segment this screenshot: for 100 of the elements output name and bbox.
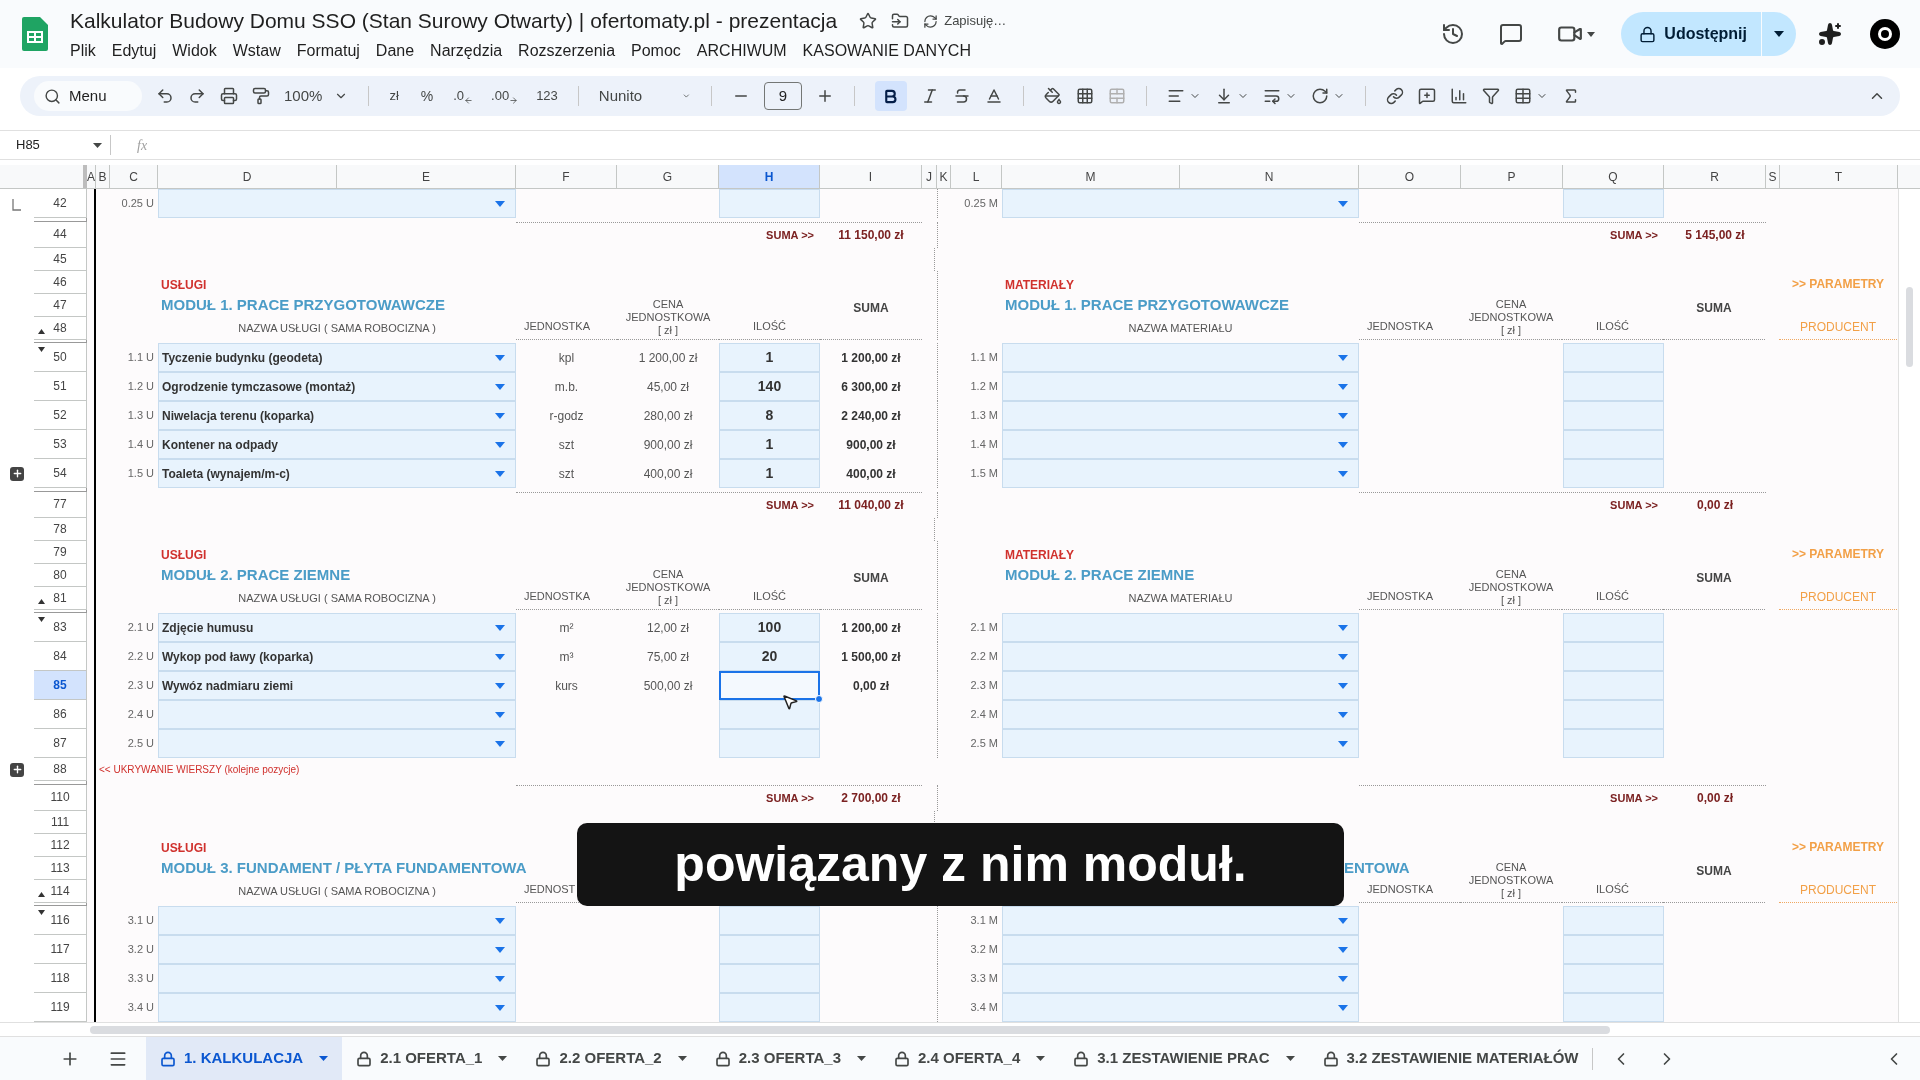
row-number[interactable]: 79	[53, 542, 67, 561]
row-number[interactable]: 45	[53, 249, 67, 268]
redo-icon[interactable]	[188, 87, 206, 105]
sparkle-icon[interactable]	[1818, 22, 1842, 46]
expand-icon[interactable]	[38, 910, 45, 915]
row-number[interactable]: 42	[53, 194, 67, 212]
menu-item[interactable]: KASOWANIE DANYCH	[802, 38, 971, 63]
collapse-icon[interactable]	[38, 891, 45, 897]
number-format-button[interactable]: 123	[536, 86, 558, 106]
history-icon[interactable]	[1441, 22, 1466, 46]
column-header[interactable]: K	[937, 165, 951, 188]
bold-button[interactable]	[874, 81, 907, 111]
add-comment-icon[interactable]	[1417, 87, 1436, 105]
document-title[interactable]: Kalkulator Budowy Domu SSO (Stan Surowy Otwarty) | ofertomaty.pl - prezentacja	[70, 5, 838, 37]
dropdown-field[interactable]: Niwelacja terenu (koparka)	[158, 401, 516, 430]
row-number[interactable]: 84	[53, 647, 67, 665]
increase-decimals-button[interactable]: .00	[491, 86, 510, 106]
link-icon[interactable]	[1385, 87, 1404, 105]
dropdown-field[interactable]: Ogrodzenie tymczasowe (montaż)	[158, 372, 516, 401]
undo-icon[interactable]	[156, 87, 174, 105]
dropdown-field[interactable]	[158, 935, 516, 964]
zoom-select[interactable]: 100%	[284, 84, 349, 108]
row-number[interactable]: 87	[53, 734, 67, 752]
dropdown-field[interactable]: Zdjęcie humusu	[158, 613, 516, 642]
expand-group-icon[interactable]	[10, 762, 24, 777]
hidden-rows-marker[interactable]	[34, 781, 87, 785]
row-number[interactable]: 119	[50, 998, 70, 1016]
dropdown-field[interactable]	[1002, 993, 1359, 1022]
dropdown-field[interactable]	[158, 993, 516, 1022]
decrease-decimals-button[interactable]: .0	[453, 86, 465, 106]
row-number[interactable]: 116	[50, 911, 70, 929]
row-number[interactable]: 81	[53, 588, 67, 607]
borders-icon[interactable]	[1075, 87, 1094, 105]
column-header[interactable]: B	[96, 165, 110, 188]
print-icon[interactable]	[220, 87, 238, 105]
column-header[interactable]: R	[1664, 165, 1766, 188]
dropdown-field[interactable]	[158, 189, 516, 218]
menu-item[interactable]: ARCHIWUM	[696, 38, 787, 63]
text-rotation-icon[interactable]	[1310, 87, 1329, 105]
move-folder-icon[interactable]	[891, 12, 910, 30]
quantity-cell[interactable]: 1	[719, 459, 820, 488]
sheet-tab[interactable]: 2.4 OFERTA_4	[880, 1037, 1060, 1080]
collapse-icon[interactable]	[38, 598, 45, 604]
menu-item[interactable]: Widok	[172, 38, 217, 63]
avatar[interactable]	[1870, 19, 1900, 49]
expand-icon[interactable]	[38, 347, 45, 352]
dropdown-field[interactable]	[1002, 935, 1359, 964]
collapse-icon[interactable]	[38, 328, 45, 334]
row-number[interactable]: 44	[53, 225, 67, 243]
column-header[interactable]: M	[1002, 165, 1180, 188]
column-header[interactable]: A	[87, 165, 96, 188]
row-number[interactable]: 46	[53, 272, 67, 291]
column-header[interactable]: P	[1461, 165, 1563, 188]
sheet-tab[interactable]: 1. KALKULACJA	[146, 1037, 343, 1080]
menu-item[interactable]: Formatuj	[296, 38, 360, 63]
font-size-field[interactable]: 9	[763, 82, 802, 110]
quantity-cell[interactable]: 1	[719, 343, 820, 372]
dropdown-field[interactable]: Wywóz nadmiaru ziemi	[158, 671, 516, 700]
caret-icon[interactable]	[1774, 31, 1784, 37]
dropdown-field[interactable]	[1002, 964, 1359, 993]
dropdown-field[interactable]	[1002, 906, 1359, 935]
row-number[interactable]: 117	[50, 940, 70, 958]
table-icon[interactable]	[1513, 87, 1532, 105]
row-number[interactable]: 53	[53, 435, 67, 453]
row-number[interactable]: 88	[53, 760, 67, 778]
caret-icon[interactable]	[1587, 31, 1596, 37]
row-number[interactable]: 113	[50, 858, 70, 877]
column-header[interactable]: L	[951, 165, 1002, 188]
expand-icon[interactable]	[38, 617, 45, 622]
dropdown-field[interactable]	[158, 700, 516, 729]
row-number[interactable]: 111	[50, 812, 70, 831]
quantity-cell[interactable]: 20	[719, 642, 820, 671]
row-number[interactable]: 110	[50, 788, 70, 806]
dropdown-field[interactable]	[158, 729, 516, 758]
dropdown-field[interactable]	[1002, 613, 1359, 642]
column-header[interactable]: H	[719, 165, 820, 188]
row-number[interactable]: 54	[53, 464, 67, 482]
quantity-cell[interactable]: 1	[719, 430, 820, 459]
dropdown-field[interactable]	[1002, 401, 1359, 430]
row-number[interactable]: 112	[50, 835, 70, 854]
column-header[interactable]: D	[158, 165, 337, 188]
column-header[interactable]: S	[1766, 165, 1780, 188]
sheet-tab[interactable]: 2.3 OFERTA_3	[700, 1037, 880, 1080]
comment-icon[interactable]	[1499, 22, 1524, 46]
row-number[interactable]: 86	[53, 705, 67, 723]
dropdown-field[interactable]: Tyczenie budynku (geodeta)	[158, 343, 516, 372]
dropdown-field[interactable]	[1002, 343, 1359, 372]
percent-format-button[interactable]: %	[420, 85, 434, 107]
dropdown-field[interactable]	[1002, 700, 1359, 729]
row-number[interactable]: 51	[53, 377, 67, 395]
fill-color-icon[interactable]	[1043, 87, 1062, 105]
menu-item[interactable]: Pomoc	[631, 38, 681, 63]
menu-item[interactable]: Rozszerzenia	[518, 38, 616, 63]
row-number[interactable]: 118	[50, 969, 70, 987]
quantity-cell[interactable]: 8	[719, 401, 820, 430]
column-header[interactable]: O	[1359, 165, 1461, 188]
align-icon[interactable]	[1166, 87, 1185, 105]
spreadsheet-logo[interactable]	[22, 17, 48, 51]
filter-icon[interactable]	[1481, 87, 1500, 105]
column-header[interactable]: I	[820, 165, 922, 188]
